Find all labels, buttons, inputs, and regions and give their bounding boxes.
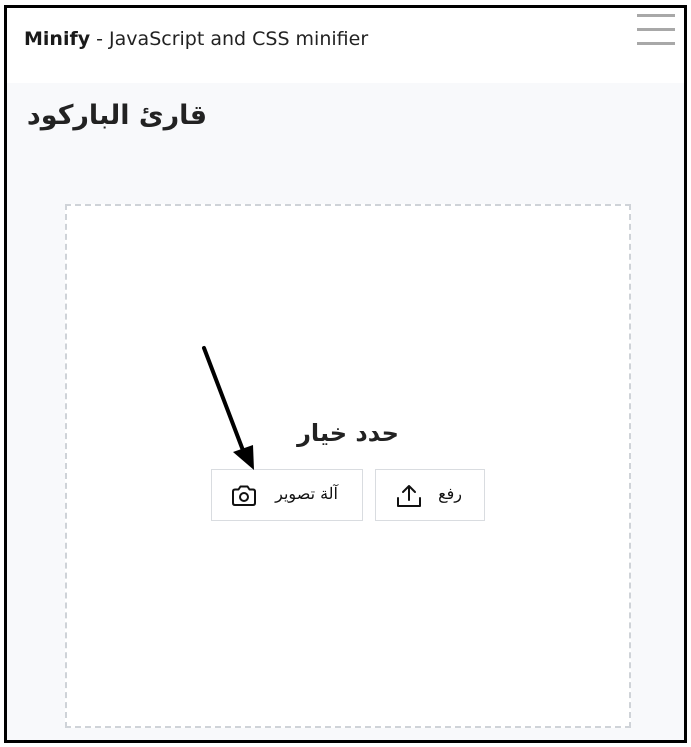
hamburger-menu-icon[interactable] bbox=[637, 10, 677, 46]
upload-icon bbox=[397, 485, 421, 507]
camera-button[interactable]: آلة تصوير bbox=[211, 469, 363, 521]
brand-tagline: - JavaScript and CSS minifier bbox=[90, 28, 369, 50]
site-header: Minify - JavaScript and CSS minifier bbox=[7, 8, 684, 83]
barcode-dropzone[interactable]: حدد خيار آلة تصوير رفع bbox=[65, 204, 631, 728]
upload-button-label: رفع bbox=[438, 484, 462, 503]
screenshot-frame: Minify - JavaScript and CSS minifier قار… bbox=[4, 5, 687, 743]
main-content: قارئ الباركود حدد خيار آلة تصوير رفع bbox=[7, 83, 684, 740]
camera-button-label: آلة تصوير bbox=[275, 484, 338, 503]
page-title: قارئ الباركود bbox=[26, 100, 207, 131]
site-brand[interactable]: Minify - JavaScript and CSS minifier bbox=[24, 28, 368, 50]
upload-button[interactable]: رفع bbox=[375, 469, 485, 521]
camera-icon bbox=[232, 485, 256, 506]
brand-name: Minify bbox=[24, 28, 91, 50]
choose-option-prompt: حدد خيار bbox=[297, 419, 399, 447]
